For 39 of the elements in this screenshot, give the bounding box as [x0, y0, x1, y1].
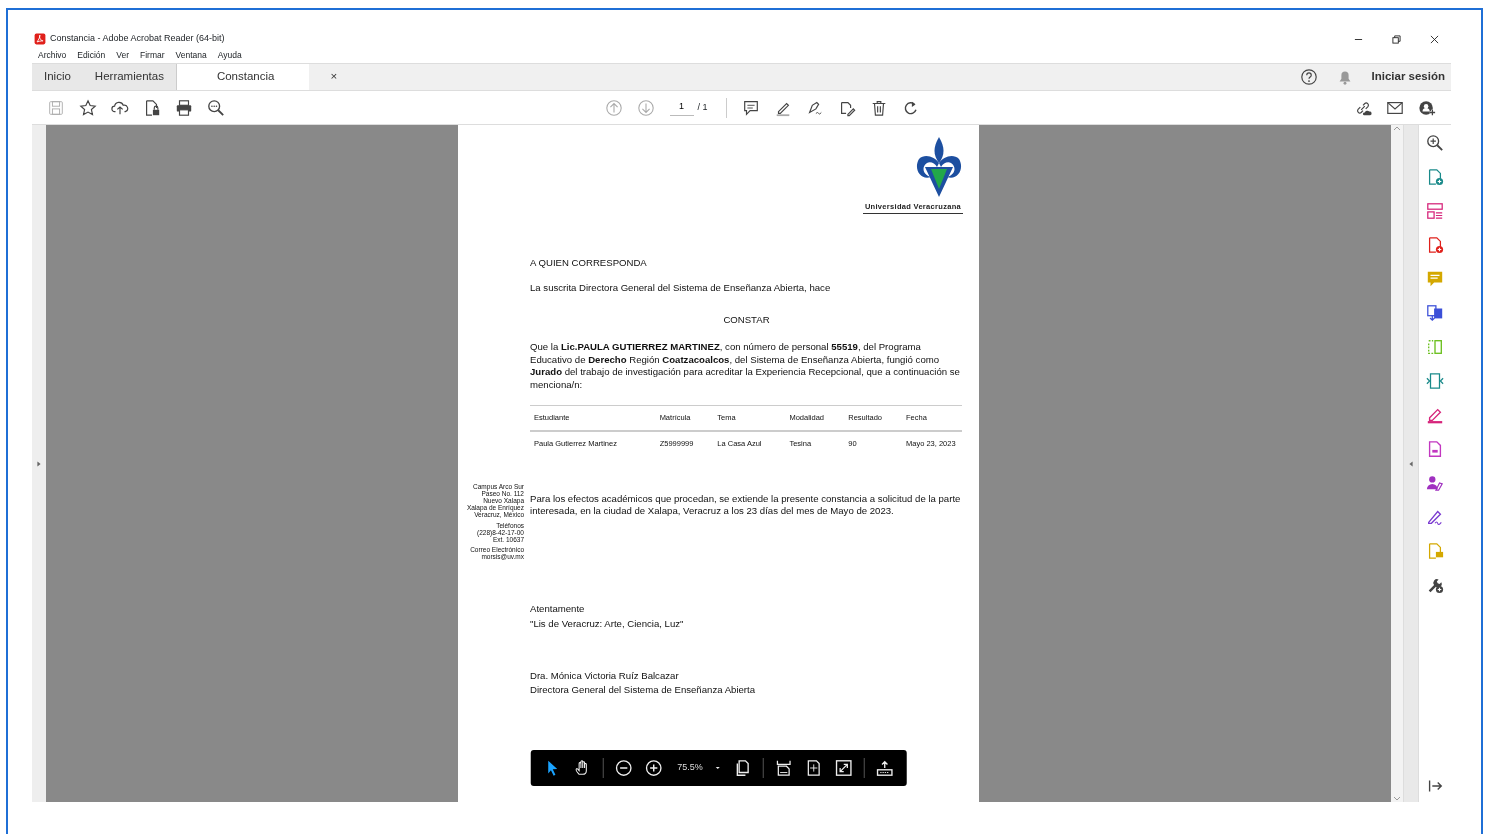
window-title: Constancia - Adobe Acrobat Reader (64-bit) — [50, 32, 225, 46]
full-screen-icon[interactable] — [833, 758, 854, 778]
search-icon[interactable] — [206, 97, 226, 118]
zoom-out-icon[interactable] — [613, 758, 634, 778]
signer-name: Dra. Mónica Victoria Ruíz Balcazar — [530, 669, 680, 683]
sign-in-button[interactable]: Iniciar sesión — [1365, 64, 1451, 90]
heading-text: CONSTAR — [722, 313, 771, 328]
zoom-value[interactable]: 75.5% — [677, 761, 703, 775]
close-icon[interactable] — [1429, 35, 1439, 45]
form-icon[interactable] — [1425, 201, 1445, 221]
help-icon[interactable] — [1299, 67, 1320, 87]
scroll-up-icon[interactable] — [1393, 125, 1401, 131]
menu-item[interactable]: Ver — [116, 49, 129, 62]
zoom-icon[interactable] — [1425, 133, 1445, 153]
star-icon[interactable] — [78, 97, 98, 118]
restore-icon[interactable] — [1391, 35, 1401, 45]
farewell-text: Atentamente — [530, 602, 586, 617]
signer-title: Directora General del Sistema de Enseñanza Abierta — [530, 683, 757, 698]
motto-text: "Lis de Veracruz: Arte, Ciencia, Luz" — [530, 616, 685, 631]
menu-item[interactable]: Archivo — [38, 49, 67, 62]
body-paragraph: Que la Lic.PAULA GUTIERREZ MARTINEZ, con número de personal 55519, del Programa Educativo de Derecho Región Coatzacoalcos, del Sistema de Enseñanza Abierta, fungió como Jurado del trabajo de investigación para acreditar la Experiencia Recepcional, que a continuación se menciona/n: — [530, 341, 961, 392]
menu-item[interactable]: Ayuda — [217, 49, 242, 62]
closing-paragraph: Para los efectos académicos que procedan, se extiende la presente constancia a solicitud de la parte interesada, en la ciudad de Xalapa, Veracruz a los 23 días del mes de Mayo de 2023. — [530, 492, 962, 518]
request-signature-icon[interactable] — [1425, 473, 1445, 493]
greeting-text: A QUIEN CORRESPONDA — [530, 256, 648, 271]
tab-close-button[interactable]: × — [330, 68, 338, 86]
page-total: / 1 — [697, 100, 708, 114]
upload-icon[interactable] — [874, 758, 895, 778]
intro-text: La suscrita Directora General del Sistema de Enseñanza Abierta, hace — [530, 280, 832, 295]
print-icon[interactable] — [174, 97, 194, 118]
compress-document-icon[interactable] — [1425, 371, 1445, 391]
scroll-down-icon[interactable] — [1393, 796, 1401, 802]
menu-item[interactable]: Firmar — [140, 49, 165, 62]
menu-item[interactable]: Edición — [77, 49, 106, 62]
zoom-in-icon[interactable] — [643, 758, 664, 778]
combine-files-icon[interactable] — [1425, 303, 1445, 323]
page-number-field[interactable]: 1 — [669, 99, 694, 116]
menu-item[interactable]: Ventana — [175, 49, 207, 62]
university-logo — [915, 137, 963, 199]
